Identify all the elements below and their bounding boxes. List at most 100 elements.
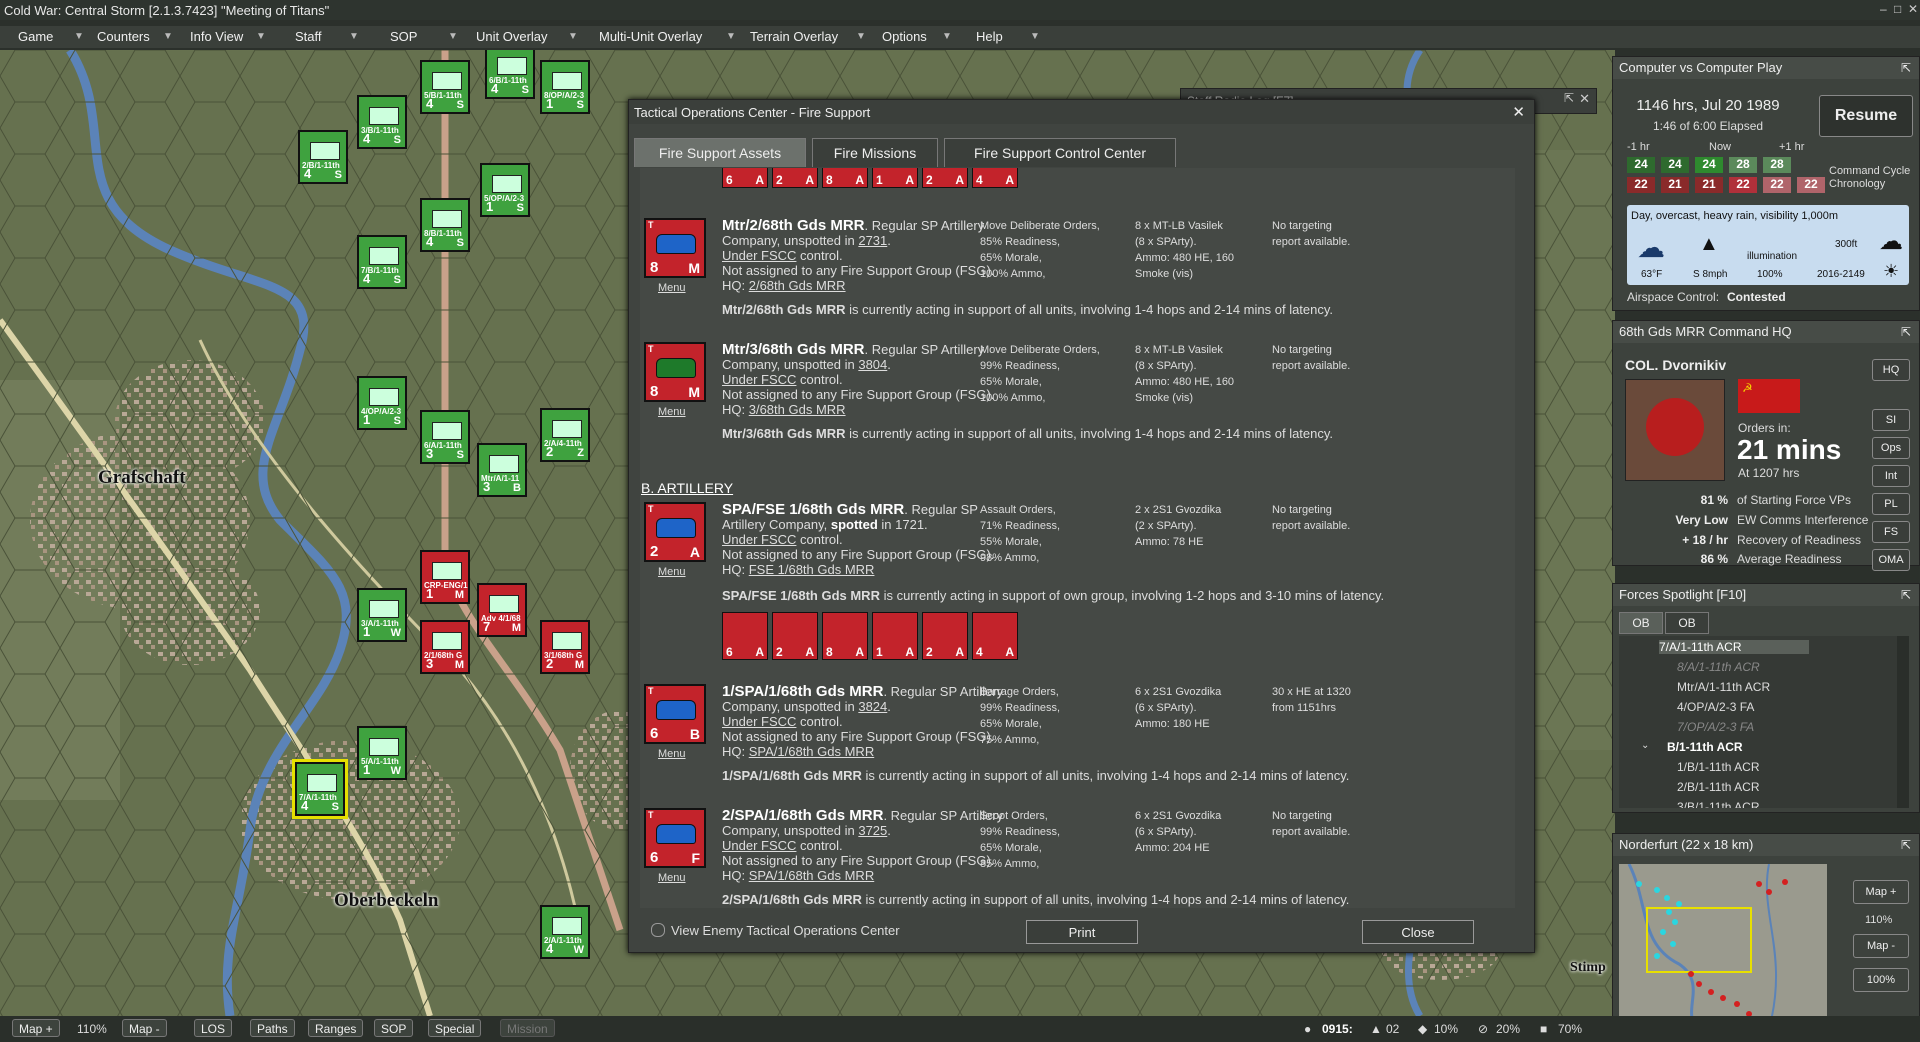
collapse-icon[interactable]: ⌄ [1641,740,1649,751]
ob-item[interactable]: 7/OP/A/2-3 FA [1677,720,1754,734]
unit-counter[interactable]: 4/OP/A/2-3 1 S [357,376,407,430]
unit-counter[interactable]: 6A [722,612,768,660]
fscc-link[interactable]: Under FSCC [722,248,796,263]
tab-fire-support-assets[interactable]: Fire Support Assets [634,138,806,167]
menu-game[interactable]: Game ▼ [18,29,84,44]
unit-counter[interactable]: Adv 4/1/68 7 M [477,583,527,637]
unit-counter[interactable]: 2A [922,612,968,660]
print-button[interactable]: Print [1026,920,1138,944]
pin-icon[interactable]: ⇱ [1564,91,1574,105]
unit-counter[interactable]: 8/B/1-11th 4 S [420,198,470,252]
ob-group[interactable]: B/1-11th ACR [1667,740,1743,754]
pin-icon[interactable]: ⇱ [1901,321,1911,343]
unit-counter[interactable]: 3/B/1-11th 4 S [357,95,407,149]
ops-button[interactable]: Ops [1872,437,1910,459]
si-button[interactable]: SI [1872,409,1910,431]
paths-button[interactable]: Paths [250,1019,295,1037]
unit-menu-link[interactable]: Menu [658,282,686,294]
unit-counter[interactable]: 4A [972,612,1018,660]
ranges-button[interactable]: Ranges [308,1019,364,1037]
pin-icon[interactable]: ⇱ [1901,834,1911,856]
pin-icon[interactable]: ⇱ [1901,57,1911,79]
hex-link[interactable]: 3824 [858,699,887,714]
unit-counter[interactable]: 8A [822,168,868,188]
unit-counter[interactable]: 6A [722,168,768,188]
menu-info-view[interactable]: Info View ▼ [190,29,266,44]
unit-counter[interactable]: 2/B/1-11th 4 S [298,130,348,184]
ob-item[interactable]: 2/B/1-11th ACR [1677,780,1760,794]
fscc-link[interactable]: Under FSCC [722,372,796,387]
special-button[interactable]: Special [428,1019,482,1037]
unit-menu-link[interactable]: Menu [658,872,686,884]
sop-button[interactable]: SOP [374,1019,414,1037]
pl-button[interactable]: PL [1872,493,1910,515]
scrollbar[interactable] [1897,636,1909,808]
hq-link[interactable]: 3/68th Gds MRR [749,402,846,417]
int-button[interactable]: Int [1872,465,1910,487]
unit-menu-link[interactable]: Menu [658,748,686,760]
unit-counter[interactable]: 6/A/1-11th 3 S [420,410,470,464]
map-zoom-out-button[interactable]: Map - [1853,934,1909,958]
menu-options[interactable]: Options ▼ [882,29,952,44]
map-zoom-reset-button[interactable]: 100% [1853,968,1909,992]
ob-item[interactable]: 4/OP/A/2-3 FA [1677,700,1754,714]
unit-counter[interactable]: 2A [772,168,818,188]
unit-counter[interactable]: 2/A/1-11th 4 W [540,905,590,959]
view-enemy-checkbox[interactable] [651,923,665,937]
maximize-icon[interactable]: □ [1894,2,1901,16]
fscc-link[interactable]: Under FSCC [722,838,796,853]
unit-counter[interactable]: 5/A/1-11th 1 W [357,726,407,780]
hex-link[interactable]: 3804 [858,357,887,372]
minimap-view[interactable] [1619,864,1827,1029]
menu-sop[interactable]: SOP ▼ [390,29,458,44]
hq-link[interactable]: FSE 1/68th Gds MRR [749,562,875,577]
ob-item[interactable]: 8/A/1-11th ACR [1677,660,1760,674]
ob-item[interactable]: Mtr/A/1-11th ACR [1677,680,1770,694]
mission-button[interactable]: Mission [500,1019,555,1037]
close-button[interactable]: Close [1362,920,1474,944]
menu-help[interactable]: Help ▼ [976,29,1040,44]
unit-counter[interactable]: T8M [644,218,706,278]
close-icon[interactable]: ✕ [1512,103,1525,121]
hex-link[interactable]: 2731 [858,233,887,248]
ob-item[interactable]: 3/B/1-11th ACR [1677,800,1760,808]
hq-link[interactable]: SPA/1/68th Gds MRR [749,744,874,759]
tab-fire-missions[interactable]: Fire Missions [812,138,938,167]
fscc-link[interactable]: Under FSCC [722,714,796,729]
map-zoom-in-button[interactable]: Map + [12,1019,60,1037]
tab-fire-support-control-center[interactable]: Fire Support Control Center [944,138,1176,167]
ob-tree[interactable]: 7/A/1-11th ACR 8/A/1-11th ACR Mtr/A/1-11… [1619,636,1909,808]
unit-counter[interactable]: T6B [644,684,706,744]
los-button[interactable]: LOS [194,1019,233,1037]
close-icon[interactable]: ✕ [1579,91,1590,107]
fs-button[interactable]: FS [1872,521,1910,543]
hq-link[interactable]: SPA/1/68th Gds MRR [749,868,874,883]
oma-button[interactable]: OMA [1872,549,1910,571]
unit-counter[interactable]: 2A [772,612,818,660]
unit-counter[interactable]: 3/A/1-11th 1 W [357,588,407,642]
unit-counter[interactable]: 6/B/1-11th 4 S [485,50,535,99]
hq-button[interactable]: HQ [1872,359,1910,381]
resume-button[interactable]: Resume [1819,95,1913,137]
unit-counter[interactable]: Mtr/A/1-11 3 B [477,443,527,497]
unit-menu-link[interactable]: Menu [658,406,686,418]
unit-counter[interactable]: T8M [644,342,706,402]
close-icon[interactable]: ✕ [1908,2,1918,16]
unit-counter[interactable]: 3/1/68th G2M [540,620,590,674]
pin-icon[interactable]: ⇱ [1901,584,1911,606]
menu-terrain-overlay[interactable]: Terrain Overlay ▼ [750,29,866,44]
selected-unit-counter[interactable]: 7/A/1-11th 4 S [295,762,345,816]
unit-counter[interactable]: 1A [872,612,918,660]
unit-menu-link[interactable]: Menu [658,566,686,578]
unit-counter[interactable]: T2A [644,502,706,562]
tab-ob-1[interactable]: OB [1619,612,1663,634]
unit-counter[interactable]: 2/A/4-11th 2 Z [540,408,590,462]
tab-ob-2[interactable]: OB [1665,612,1709,634]
map-zoom-in-button[interactable]: Map + [1853,880,1909,904]
unit-counter[interactable]: 5/B/1-11th 4 S [420,60,470,114]
unit-counter[interactable]: 5/OP/A/2-3 1 S [480,163,530,217]
map-zoom-out-button[interactable]: Map - [122,1019,167,1037]
fire-support-assets-list[interactable]: 6A2A8A1A2A4A T8M Menu Mtr/2/68th Gds MRR… [640,168,1515,908]
unit-counter[interactable]: 8/OP/A/2-3 1 S [540,60,590,114]
unit-counter[interactable]: 2A [922,168,968,188]
